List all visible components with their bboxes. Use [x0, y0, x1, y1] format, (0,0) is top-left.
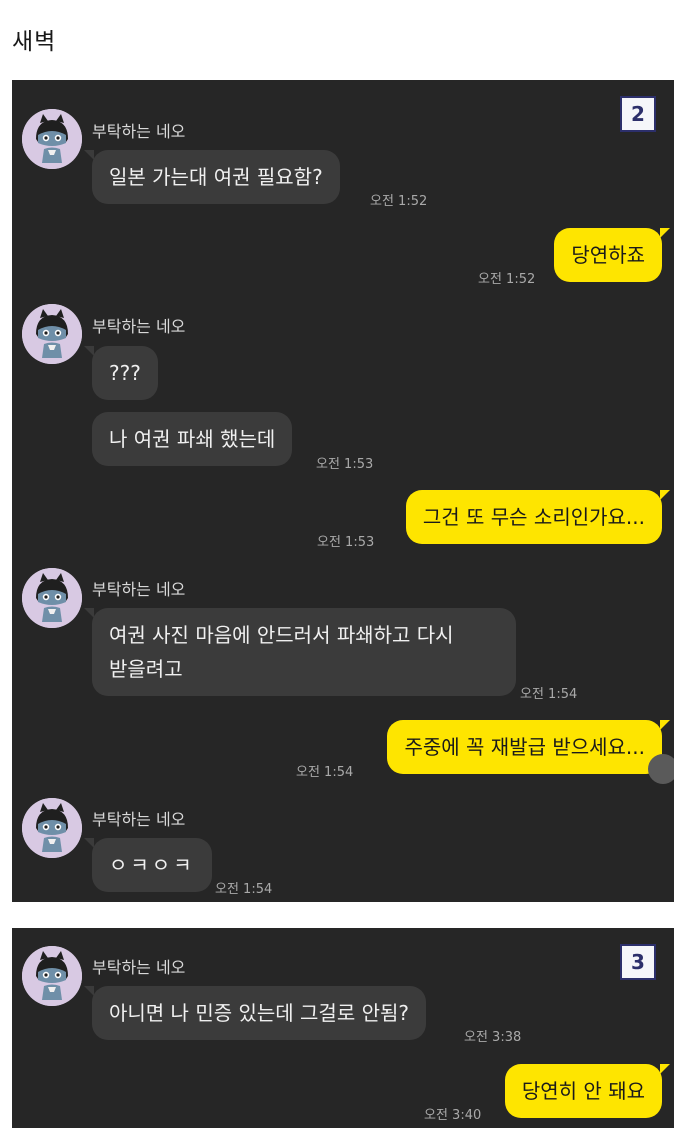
scroll-indicator[interactable]: [648, 754, 674, 784]
chat-panel-2: 3 부탁하는 네오 아니면 나 민증 있는데 그걸로 안됨? 오전 3:38 당…: [12, 928, 674, 1128]
page-title: 새벽: [12, 29, 57, 55]
incoming-message[interactable]: 여권 사진 마음에 안드러서 파쇄하고 다시 받을려고: [92, 608, 516, 696]
message-time: 오전 1:54: [215, 882, 273, 897]
message-line: 여권 사진 마음에 안드러서 파쇄하고 다시: [109, 623, 454, 647]
neo-avatar-icon[interactable]: [22, 798, 82, 858]
incoming-message[interactable]: ㅇㅋㅇㅋ: [92, 838, 212, 892]
sender-name: 부탁하는 네오: [92, 958, 186, 977]
outgoing-message[interactable]: 당연하죠: [554, 228, 662, 282]
message-time: 오전 1:52: [478, 272, 536, 287]
incoming-message[interactable]: 나 여권 파쇄 했는데: [92, 412, 293, 466]
sender-name: 부탁하는 네오: [92, 122, 186, 141]
message-time: 오전 1:54: [296, 765, 354, 780]
incoming-message[interactable]: ???: [92, 346, 158, 400]
neo-avatar-icon[interactable]: [22, 946, 82, 1006]
panel-number-badge: 2: [620, 96, 656, 132]
incoming-message[interactable]: 일본 가는대 여권 필요함?: [92, 150, 340, 204]
message-time: 오전 1:53: [317, 535, 375, 550]
panel-number-badge: 3: [620, 944, 656, 980]
sender-name: 부탁하는 네오: [92, 810, 186, 829]
message-line: 받을려고: [109, 657, 183, 681]
sender-name: 부탁하는 네오: [92, 580, 186, 599]
bubble-tail: [660, 720, 670, 730]
bubble-tail: [660, 490, 670, 500]
message-time: 오전 3:40: [424, 1108, 482, 1123]
sender-name: 부탁하는 네오: [92, 317, 186, 336]
message-time: 오전 1:54: [520, 687, 578, 702]
neo-avatar-icon[interactable]: [22, 568, 82, 628]
bubble-tail: [660, 1064, 670, 1074]
outgoing-message[interactable]: 그건 또 무슨 소리인가요...: [405, 490, 662, 544]
outgoing-message[interactable]: 주중에 꼭 재발급 받으세요...: [387, 720, 662, 774]
bubble-tail: [660, 228, 670, 238]
incoming-message[interactable]: 아니면 나 민증 있는데 그걸로 안됨?: [92, 986, 427, 1040]
neo-avatar-icon[interactable]: [22, 304, 82, 364]
message-time: 오전 1:52: [370, 194, 428, 209]
chat-panel-1: 2 부탁하는 네오 일본 가는대 여권 필요함? 오전 1:52 당연하죠 오전…: [12, 80, 674, 902]
message-time: 오전 1:53: [316, 457, 374, 472]
outgoing-message[interactable]: 당연히 안 돼요: [504, 1064, 662, 1118]
message-time: 오전 3:38: [464, 1030, 522, 1045]
neo-avatar-icon[interactable]: [22, 109, 82, 169]
